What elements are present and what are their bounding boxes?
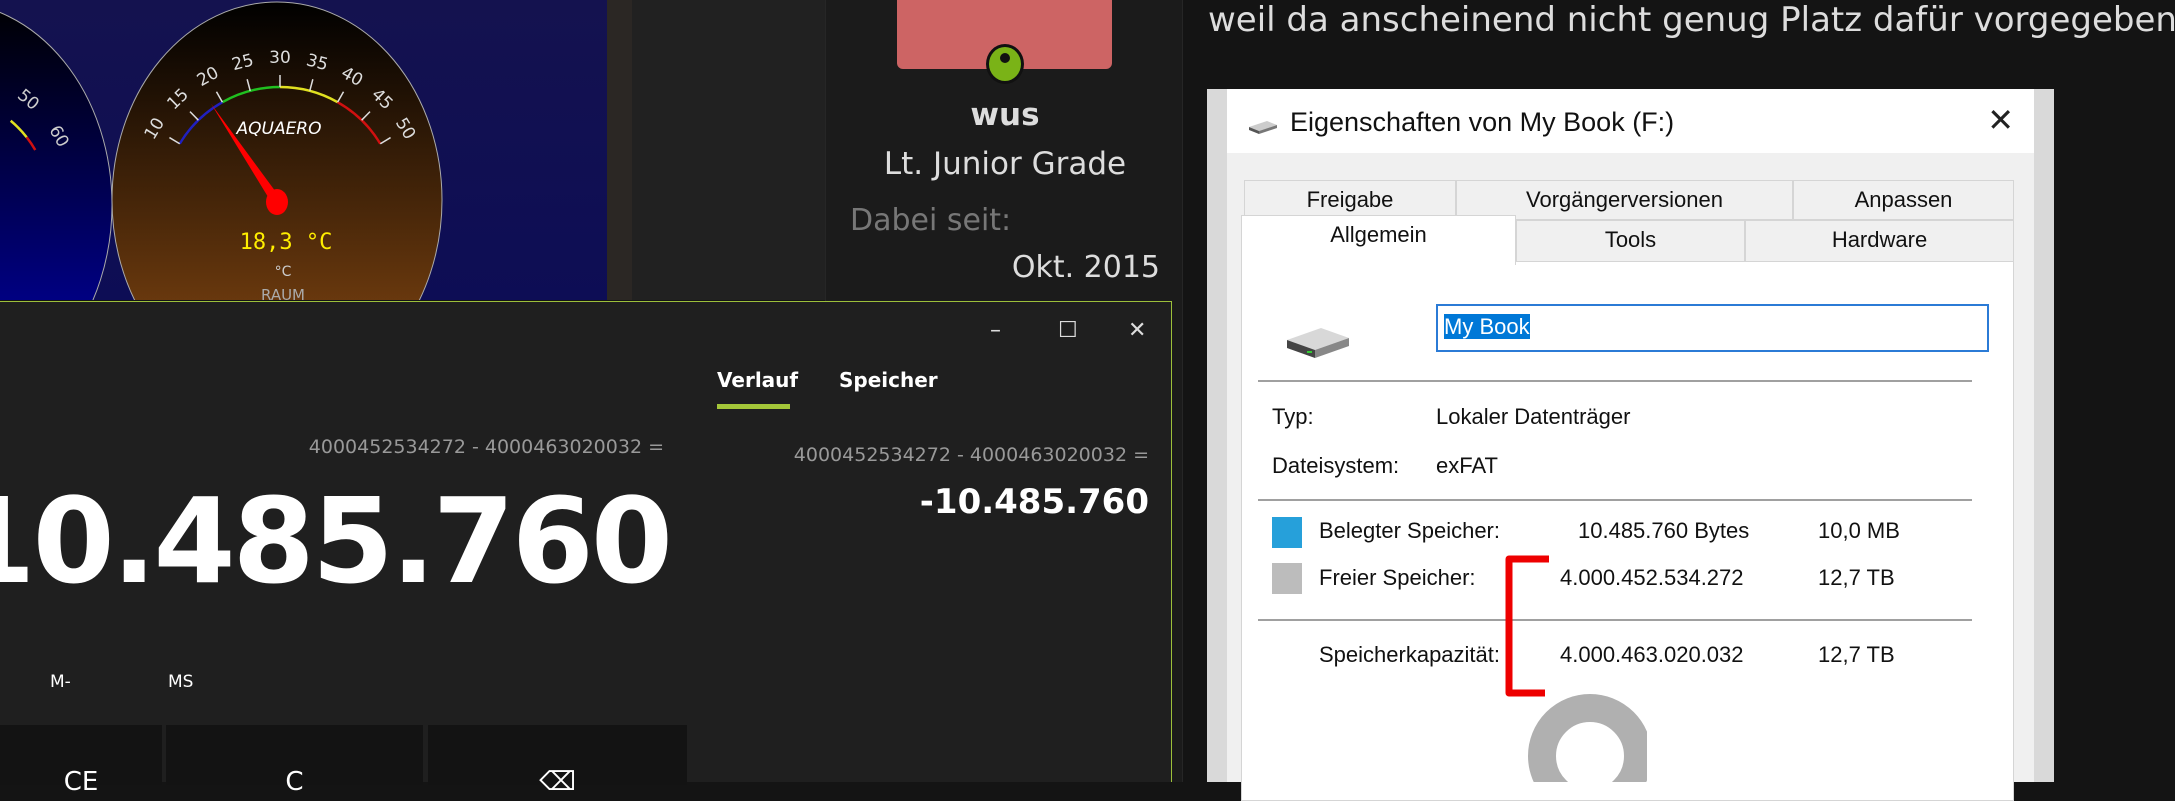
capacity-label: Speicherkapazität: <box>1319 642 1500 667</box>
member-since-value: Okt. 2015 <box>1011 250 1160 285</box>
dialog-title: Eigenschaften von My Book (F:) <box>1290 107 1675 137</box>
temperature-gauge: 10152025 30 354045505060 AQUAERO 18,3 °C °… <box>0 1 443 399</box>
gauge-tick-label: 30 <box>269 48 291 68</box>
drive-name-value: My Book <box>1444 314 1530 339</box>
type-value: Lokaler Datenträger <box>1436 404 1631 429</box>
calc-expression: 4000452534272 - 4000463020032 = <box>308 436 664 458</box>
usage-donut-chart <box>1528 694 1647 782</box>
tab-anpassen[interactable]: Anpassen <box>1793 180 2014 220</box>
maximize-button[interactable]: ☐ <box>1058 318 1078 343</box>
filesystem-label: Dateisystem: <box>1272 453 1400 478</box>
separator <box>1258 499 1972 501</box>
calc-display: -10.485.760 <box>0 472 673 610</box>
minimize-button[interactable]: – <box>990 318 1001 343</box>
dialog-titlebar: Eigenschaften von My Book (F:) ✕ <box>1227 89 2034 153</box>
tab-tools[interactable]: Tools <box>1516 220 1745 262</box>
used-space-size: 10,0 MB <box>1818 518 1900 543</box>
username[interactable]: wus <box>826 97 1184 133</box>
panel-divider <box>607 0 632 300</box>
drive-icon <box>1249 121 1277 134</box>
properties-dialog-screenshot: Eigenschaften von My Book (F:) ✕ Freigab… <box>1207 89 2054 801</box>
red-bracket-annotation <box>1505 555 1549 697</box>
used-space-bytes: 10.485.760 Bytes <box>1578 518 1750 543</box>
aquaero-gauge-panel: 10 15 20 25 30 35 40 45 50 50 60 AQUAERO 18,3 °C °… <box>0 0 607 399</box>
properties-dialog: Eigenschaften von My Book (F:) ✕ Freigab… <box>1227 89 2034 801</box>
free-space-label: Freier Speicher: <box>1319 565 1476 590</box>
clear-entry-button[interactable]: CE <box>0 725 162 797</box>
used-space-color-swatch <box>1272 517 1302 548</box>
post-text: weil da anscheinend nicht genug Platz da… <box>1208 0 2175 40</box>
gauge-brand: AQUAERO <box>235 119 321 139</box>
gauge-value: 18,3 °C <box>240 230 333 255</box>
clear-button[interactable]: C <box>166 725 423 797</box>
separator <box>1258 380 1972 382</box>
tab-vorgaengerversionen[interactable]: Vorgängerversionen <box>1456 180 1793 220</box>
close-button[interactable]: ✕ <box>1128 318 1146 343</box>
history-result[interactable]: -10.485.760 <box>920 482 1149 522</box>
capacity-size: 12,7 TB <box>1818 642 1895 667</box>
tab-freigabe[interactable]: Freigabe <box>1244 180 1456 220</box>
member-since-label: Dabei seit: <box>850 203 1012 238</box>
tab-hardware[interactable]: Hardware <box>1745 220 2014 262</box>
online-status-icon <box>986 44 1024 84</box>
gauge-unit: °C <box>275 264 292 280</box>
tab-speicher[interactable]: Speicher <box>839 368 938 392</box>
room-gauge-face <box>111 1 443 399</box>
tab-verlauf[interactable]: Verlauf <box>717 368 798 392</box>
background-panel <box>632 0 825 300</box>
annotation-and-chart <box>1505 555 1647 782</box>
user-rank: Lt. Junior Grade <box>883 146 1127 182</box>
dialog-close-button[interactable]: ✕ <box>1987 101 2014 139</box>
type-label: Typ: <box>1272 404 1314 429</box>
gauge-label: RAUM <box>261 286 305 300</box>
used-space-label: Belegter Speicher: <box>1319 518 1500 543</box>
hard-drive-icon <box>1287 328 1349 358</box>
memory-subtract-button[interactable]: M- <box>50 672 71 692</box>
calculator-window: – ☐ ✕ Verlauf Speicher 4000452534272 - 4… <box>0 301 1172 797</box>
free-space-size: 12,7 TB <box>1818 565 1895 590</box>
left-gauge-face <box>0 11 113 399</box>
active-tab-indicator <box>717 404 790 409</box>
history-expression[interactable]: 4000452534272 - 4000463020032 = <box>794 444 1149 466</box>
free-space-color-swatch <box>1272 563 1302 594</box>
memory-store-button[interactable]: MS <box>168 672 193 692</box>
tab-allgemein[interactable]: Allgemein <box>1241 215 1516 265</box>
drive-name-input[interactable]: My Book <box>1436 304 1989 352</box>
gauge-needle-pivot <box>266 189 288 215</box>
backspace-button[interactable]: ⌫ <box>428 725 687 797</box>
filesystem-value: exFAT <box>1436 453 1498 478</box>
